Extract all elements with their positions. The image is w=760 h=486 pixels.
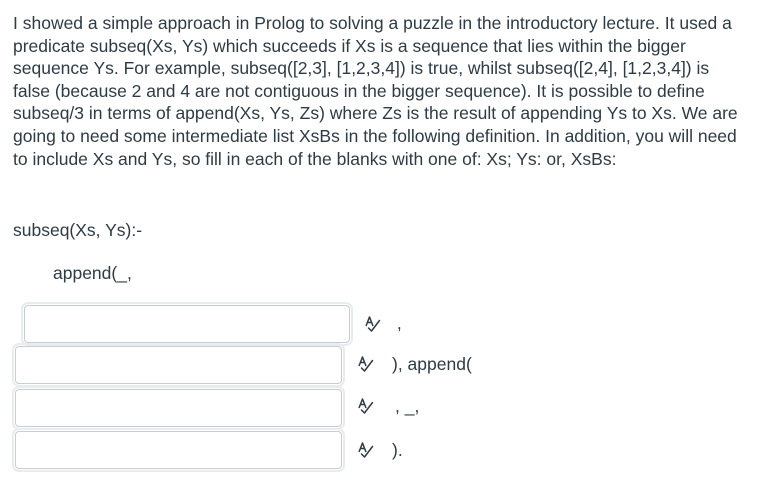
spellcheck-icon[interactable] [357,355,375,373]
spellcheck-icon[interactable] [357,441,375,459]
blank-input-3[interactable] [12,386,345,430]
spellcheck-icon[interactable] [357,397,375,415]
question-text: I showed a simple approach in Prolog to … [13,13,738,169]
blank-input-2[interactable] [12,343,345,387]
code-fragment-4: ). [392,440,403,460]
code-line-append-start: append(_, [53,263,132,283]
code-fragment-2: ), append( [392,354,472,374]
code-fragment-3: , _, [395,396,420,416]
spellcheck-icon[interactable] [364,315,382,333]
code-line-subseq-head: subseq(Xs, Ys):- [13,220,143,240]
code-fragment-1: , [392,313,402,333]
blank-input-1[interactable] [21,302,353,346]
blank-input-4[interactable] [12,428,345,472]
